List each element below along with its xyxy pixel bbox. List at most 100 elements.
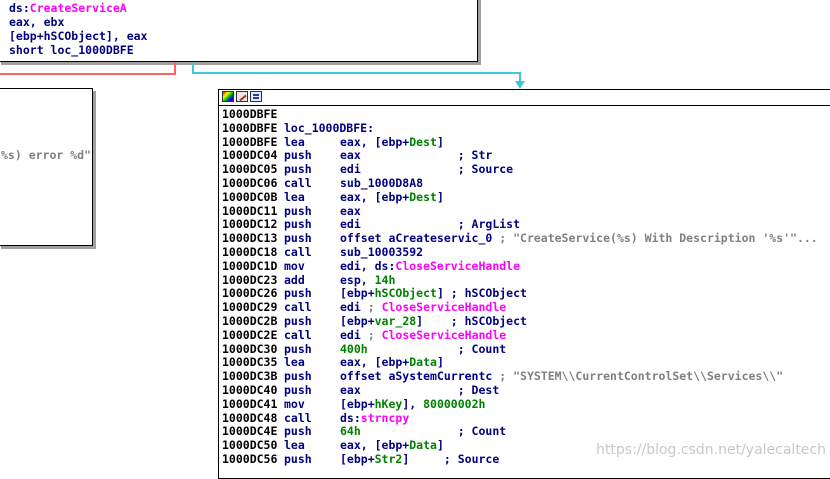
code-line[interactable]: 1000DBFE loc_1000DBFE: bbox=[222, 122, 830, 136]
code-line[interactable]: 1000DC4E push 64h ; Count bbox=[222, 425, 830, 439]
mnemonic: call bbox=[284, 411, 312, 425]
address: 1000DC40 bbox=[222, 383, 278, 397]
mnemonic: push bbox=[284, 232, 312, 246]
code-line[interactable]: 1000DC06 call sub_1000D8A8 bbox=[222, 177, 830, 191]
address: 1000DC11 bbox=[222, 204, 278, 218]
label: loc_1000DBFE: bbox=[284, 121, 375, 135]
address: 1000DC3B bbox=[222, 370, 278, 384]
mnemonic: push bbox=[284, 425, 312, 439]
code-line[interactable]: [ebp+hSCObject], eax bbox=[2, 29, 477, 43]
code-line[interactable]: eax, ebx bbox=[2, 15, 477, 29]
operand: Data bbox=[409, 356, 437, 370]
code-line[interactable]: 1000DC2E call edi ; CloseServiceHandle bbox=[222, 329, 830, 343]
operand: [ebp+ bbox=[340, 287, 375, 301]
code-line[interactable]: 1000DC13 push offset aCreateservic_0 ; "Cr… bbox=[222, 232, 830, 246]
code-line[interactable]: 1000DBFE lea eax, [ebp+Dest] bbox=[222, 136, 830, 150]
mnemonic: push bbox=[284, 218, 312, 232]
mnemonic: lea bbox=[284, 135, 305, 149]
mnemonic: push bbox=[284, 452, 312, 466]
operand: ] bbox=[436, 356, 444, 370]
address: 1000DC56 bbox=[222, 452, 278, 466]
operand: var_28 bbox=[374, 314, 417, 328]
address: 1000DBFE bbox=[222, 135, 278, 149]
mnemonic: lea bbox=[284, 439, 305, 453]
code-line[interactable]: 1000DC18 call sub_10003592 bbox=[222, 246, 830, 260]
error-format-string: %s) error %d" bbox=[1, 148, 92, 162]
mnemonic: push bbox=[284, 204, 312, 218]
code-line[interactable]: 1000DC2B push [ebp+var_28] ; hSCObject bbox=[222, 315, 830, 329]
operand: hKey bbox=[374, 397, 403, 411]
graph-node-error[interactable]: %s) error %d" bbox=[0, 88, 93, 246]
watermark: https://blog.csdn.net/yalecaltech bbox=[596, 442, 826, 458]
code-line[interactable]: 1000DC23 add esp, 14h bbox=[222, 274, 830, 288]
code-line[interactable]: 1000DC41 mov [ebp+hKey], 80000002h bbox=[222, 398, 830, 412]
code-line[interactable]: 1000DC04 push eax ; Str bbox=[222, 149, 830, 163]
operand: offset aSystemCurrentc bbox=[340, 370, 500, 384]
edit-icon[interactable] bbox=[236, 91, 248, 102]
code-line[interactable]: 1000DC11 push eax bbox=[222, 205, 830, 219]
operand: ] ; hSCObject bbox=[436, 287, 527, 301]
operand: [ebp+ bbox=[340, 452, 375, 466]
address: 1000DC30 bbox=[222, 342, 278, 356]
mnemonic: push bbox=[284, 163, 312, 177]
operand: ds: bbox=[340, 411, 361, 425]
graph-icon[interactable] bbox=[250, 91, 262, 102]
operand: ] ; hSCObject bbox=[416, 314, 527, 328]
operand: offset aCreateservic_0 bbox=[340, 232, 500, 246]
operand: ; "SYSTEM\\CurrentControlSet\\Services\\… bbox=[499, 370, 784, 384]
code-line[interactable]: ds:CreateServiceA bbox=[2, 1, 477, 15]
operand: Str2 bbox=[374, 452, 403, 466]
mnemonic: push bbox=[284, 287, 312, 301]
operand: eax ; Str bbox=[340, 149, 493, 163]
operand: 80000002h bbox=[423, 397, 486, 411]
code-line[interactable]: 1000DC0B lea eax, [ebp+Dest] bbox=[222, 191, 830, 205]
node-code: 1000DBFE 1000DBFE loc_1000DBFE: 1000DBFE lea… bbox=[219, 106, 830, 467]
code-line[interactable]: 1000DC1D mov edi, ds:CloseServiceHandle bbox=[222, 260, 830, 274]
mnemonic: push bbox=[284, 342, 312, 356]
code-line[interactable]: 1000DBFE bbox=[222, 108, 830, 122]
node-code: ds:CreateServiceA eax, ebx [ebp+hSCObject]… bbox=[0, 0, 477, 57]
graph-canvas[interactable]: ds:CreateServiceA eax, ebx [ebp+hSCObject]… bbox=[0, 0, 830, 479]
operand: ; Count bbox=[360, 425, 507, 439]
code-line[interactable]: 1000DC48 call ds:strncpy bbox=[222, 412, 830, 426]
palette-icon[interactable] bbox=[222, 91, 234, 102]
code-line[interactable]: 1000DC3B push offset aSystemCurrentc ; "SY… bbox=[222, 370, 830, 384]
code-line[interactable]: 1000DC30 push 400h ; Count bbox=[222, 343, 830, 357]
code-line[interactable]: 1000DC35 lea eax, [ebp+Data] bbox=[222, 356, 830, 370]
address: 1000DC05 bbox=[222, 163, 278, 177]
address: 1000DC2E bbox=[222, 328, 278, 342]
operand: eax ; Dest bbox=[340, 383, 500, 397]
address: 1000DC12 bbox=[222, 218, 278, 232]
operand: Dest bbox=[409, 190, 437, 204]
code-line[interactable]: 1000DC12 push edi ; ArgList bbox=[222, 218, 830, 232]
graph-node-create-service[interactable]: ds:CreateServiceA eax, ebx [ebp+hSCObject]… bbox=[0, 0, 478, 62]
mnemonic: push bbox=[284, 370, 312, 384]
operand: eax bbox=[340, 204, 361, 218]
address: 1000DC48 bbox=[222, 411, 278, 425]
code-line[interactable]: 1000DC40 push eax ; Dest bbox=[222, 384, 830, 398]
mnemonic: call bbox=[284, 176, 312, 190]
address: 1000DC2B bbox=[222, 314, 278, 328]
operand: edi bbox=[340, 301, 368, 315]
graph-node-loc-1000dbfe[interactable]: 1000DBFE 1000DBFE loc_1000DBFE: 1000DBFE lea… bbox=[218, 89, 830, 479]
address: 1000DBFE bbox=[222, 108, 278, 121]
operand: edi, ds: bbox=[340, 259, 396, 273]
operand: ] ; Source bbox=[402, 452, 500, 466]
code-line[interactable]: 1000DC05 push edi ; Source bbox=[222, 163, 830, 177]
operand: edi bbox=[340, 328, 368, 342]
operand: esp, bbox=[340, 273, 375, 287]
mnemonic: call bbox=[284, 245, 312, 259]
code-line[interactable]: 1000DC29 call edi ; CloseServiceHandle bbox=[222, 301, 830, 315]
address: 1000DC13 bbox=[222, 232, 278, 246]
operand: ] bbox=[436, 439, 444, 453]
operand: eax, [ebp+ bbox=[340, 135, 410, 149]
operand: hSCObject bbox=[374, 287, 437, 301]
operand: CloseServiceHandle bbox=[395, 259, 521, 273]
mnemonic: lea bbox=[284, 356, 305, 370]
operand: ; bbox=[367, 301, 382, 315]
code-line[interactable]: 1000DC26 push [ebp+hSCObject] ; hSCObject bbox=[222, 287, 830, 301]
operand: ; Count bbox=[367, 342, 507, 356]
operand: ], bbox=[402, 397, 424, 411]
address: 1000DBFE bbox=[222, 121, 278, 135]
code-line[interactable]: short loc_1000DBFE bbox=[2, 43, 477, 57]
